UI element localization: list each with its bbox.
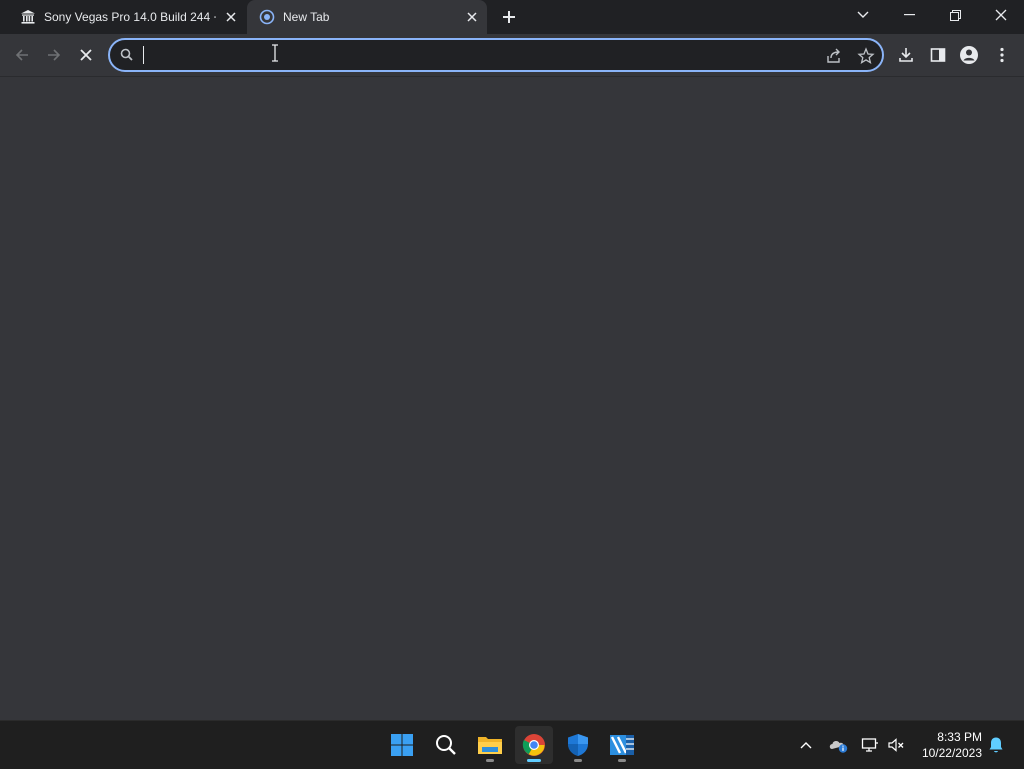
chrome-icon	[522, 734, 545, 756]
profile-button[interactable]	[958, 44, 980, 66]
menu-button[interactable]	[991, 44, 1013, 66]
kebab-menu-icon	[1000, 47, 1004, 63]
taskbar-search-button[interactable]	[427, 726, 465, 764]
new-tab-button[interactable]	[498, 6, 520, 28]
close-icon[interactable]	[222, 8, 240, 26]
restore-button[interactable]	[932, 0, 978, 30]
running-indicator	[486, 759, 494, 762]
plus-icon	[503, 11, 515, 23]
avatar-icon	[960, 46, 978, 64]
clock-time: 8:33 PM	[937, 730, 982, 744]
page-content	[0, 77, 1024, 720]
minimize-button[interactable]	[886, 0, 932, 30]
close-icon[interactable]	[463, 8, 481, 26]
arrow-left-icon	[15, 49, 28, 61]
running-indicator	[527, 759, 541, 762]
i-beam-cursor-icon	[270, 44, 280, 62]
video-editor-icon	[610, 735, 634, 755]
shield-icon	[568, 734, 588, 756]
windows-logo-icon	[391, 734, 413, 756]
minimize-icon	[903, 14, 915, 16]
network-icon	[861, 738, 878, 752]
browser-toolbar	[0, 34, 1024, 77]
folder-icon	[478, 737, 502, 754]
restore-icon	[949, 9, 961, 21]
close-icon	[995, 9, 1007, 21]
running-indicator	[618, 759, 626, 762]
volume-muted-icon	[888, 738, 904, 752]
search-icon	[119, 47, 135, 63]
taskbar-file-explorer[interactable]	[471, 726, 509, 764]
close-icon	[80, 49, 92, 61]
volume-tray-icon[interactable]	[886, 735, 906, 755]
side-panel-icon	[930, 48, 946, 62]
network-tray-icon[interactable]	[860, 735, 880, 755]
download-icon	[899, 48, 913, 62]
tab-strip: Sony Vegas Pro 14.0 Build 244 + New Tab	[0, 0, 1024, 34]
tab-title: Sony Vegas Pro 14.0 Build 244 +	[44, 10, 216, 24]
show-hidden-icons-button[interactable]	[796, 735, 816, 755]
address-input[interactable]	[142, 44, 746, 68]
notifications-button[interactable]	[986, 735, 1006, 755]
side-panel-button[interactable]	[927, 44, 949, 66]
text-caret	[143, 46, 144, 64]
taskbar-chrome[interactable]	[515, 726, 553, 764]
chevron-down-icon	[857, 11, 869, 18]
bell-icon	[989, 737, 1003, 753]
bank-icon	[20, 9, 36, 25]
forward-button[interactable]	[40, 41, 68, 69]
tab-title: New Tab	[283, 10, 330, 24]
running-indicator	[574, 759, 582, 762]
address-bar[interactable]	[108, 38, 884, 72]
taskbar-windows-security[interactable]	[559, 726, 597, 764]
tab-sony-vegas[interactable]: Sony Vegas Pro 14.0 Build 244 +	[8, 0, 246, 34]
downloads-button[interactable]	[895, 44, 917, 66]
start-button[interactable]	[383, 726, 421, 764]
cloud-info-icon	[829, 741, 848, 753]
chrome-loading-icon	[259, 9, 275, 25]
onedrive-tray-icon[interactable]	[828, 735, 848, 755]
tab-new-tab[interactable]: New Tab	[247, 0, 487, 34]
share-icon[interactable]	[824, 46, 844, 66]
close-window-button[interactable]	[978, 0, 1024, 30]
search-icon	[436, 735, 456, 755]
arrow-right-icon	[48, 49, 61, 61]
taskbar: 8:33 PM 10/22/2023	[0, 720, 1024, 769]
tab-search-button[interactable]	[840, 0, 886, 30]
taskbar-clock[interactable]: 8:33 PM 10/22/2023	[910, 729, 982, 761]
back-button[interactable]	[8, 41, 36, 69]
clock-date: 10/22/2023	[921, 746, 982, 760]
chevron-up-icon	[800, 742, 812, 749]
taskbar-video-editor[interactable]	[603, 726, 641, 764]
stop-loading-button[interactable]	[72, 41, 100, 69]
bookmark-star-icon[interactable]	[856, 46, 876, 66]
